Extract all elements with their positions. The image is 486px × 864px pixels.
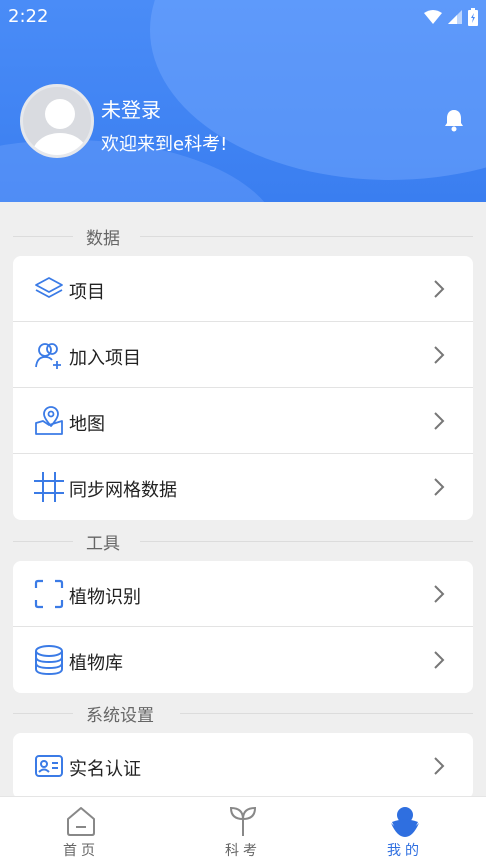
chevron-right-icon [434, 585, 445, 603]
menu-item-project[interactable]: 项目 [13, 256, 473, 322]
home-icon [67, 807, 95, 836]
welcome-text: 欢迎来到e科考! [101, 134, 228, 155]
chevron-right-icon [434, 280, 445, 298]
menu-item-label: 同步网格数据 [69, 480, 177, 501]
tab-mine[interactable]: 我的 [324, 797, 486, 864]
tab-label: 首页 [63, 843, 99, 859]
sprout-icon [229, 806, 257, 836]
avatar[interactable] [20, 84, 94, 158]
signal-icon [448, 10, 462, 24]
menu-item-label: 加入项目 [69, 348, 141, 369]
status-bar: 2:22 [0, 0, 486, 34]
wifi-icon [424, 10, 442, 24]
chevron-right-icon [434, 651, 445, 669]
id-card-icon [35, 755, 63, 777]
profile-header: 2:22 未登录 欢迎来到e科考! [0, 0, 486, 202]
layers-icon [35, 277, 63, 298]
chevron-right-icon [434, 478, 445, 496]
section-title-tools: 工具 [0, 529, 486, 554]
tab-label: 科考 [225, 843, 261, 859]
scan-icon [34, 579, 64, 609]
menu-item-label: 实名认证 [69, 759, 141, 780]
menu-item-label: 植物库 [69, 653, 123, 674]
menu-item-sync-grid[interactable]: 同步网格数据 [13, 454, 473, 520]
settings-card: 实名认证 [13, 733, 473, 799]
menu-item-label: 植物识别 [69, 587, 141, 608]
tab-home[interactable]: 首页 [0, 797, 162, 864]
data-card: 项目 加入项目 地图 同步网格数据 [13, 256, 473, 520]
bottom-tab-bar: 首页 科考 我的 [0, 796, 486, 864]
battery-icon [468, 8, 478, 26]
tools-card: 植物识别 植物库 [13, 561, 473, 693]
chevron-right-icon [434, 412, 445, 430]
tab-label: 我的 [387, 843, 423, 859]
menu-item-label: 地图 [69, 414, 105, 435]
chevron-right-icon [434, 346, 445, 364]
map-pin-icon [35, 406, 63, 435]
status-time: 2:22 [8, 6, 49, 27]
add-user-icon [35, 343, 61, 369]
section-title-data: 数据 [0, 224, 486, 249]
chevron-right-icon [434, 757, 445, 775]
profile-icon [391, 807, 419, 837]
tab-expedition[interactable]: 科考 [162, 797, 324, 864]
menu-item-plant-library[interactable]: 植物库 [13, 627, 473, 693]
menu-item-map[interactable]: 地图 [13, 388, 473, 454]
bell-icon[interactable] [443, 108, 465, 132]
menu-item-plant-recognition[interactable]: 植物识别 [13, 561, 473, 627]
menu-item-real-name-auth[interactable]: 实名认证 [13, 733, 473, 799]
menu-item-label: 项目 [69, 282, 105, 303]
database-icon [35, 645, 63, 676]
grid-icon [34, 472, 64, 502]
login-status[interactable]: 未登录 [101, 94, 161, 123]
section-title-settings: 系统设置 [0, 701, 486, 726]
menu-item-join-project[interactable]: 加入项目 [13, 322, 473, 388]
